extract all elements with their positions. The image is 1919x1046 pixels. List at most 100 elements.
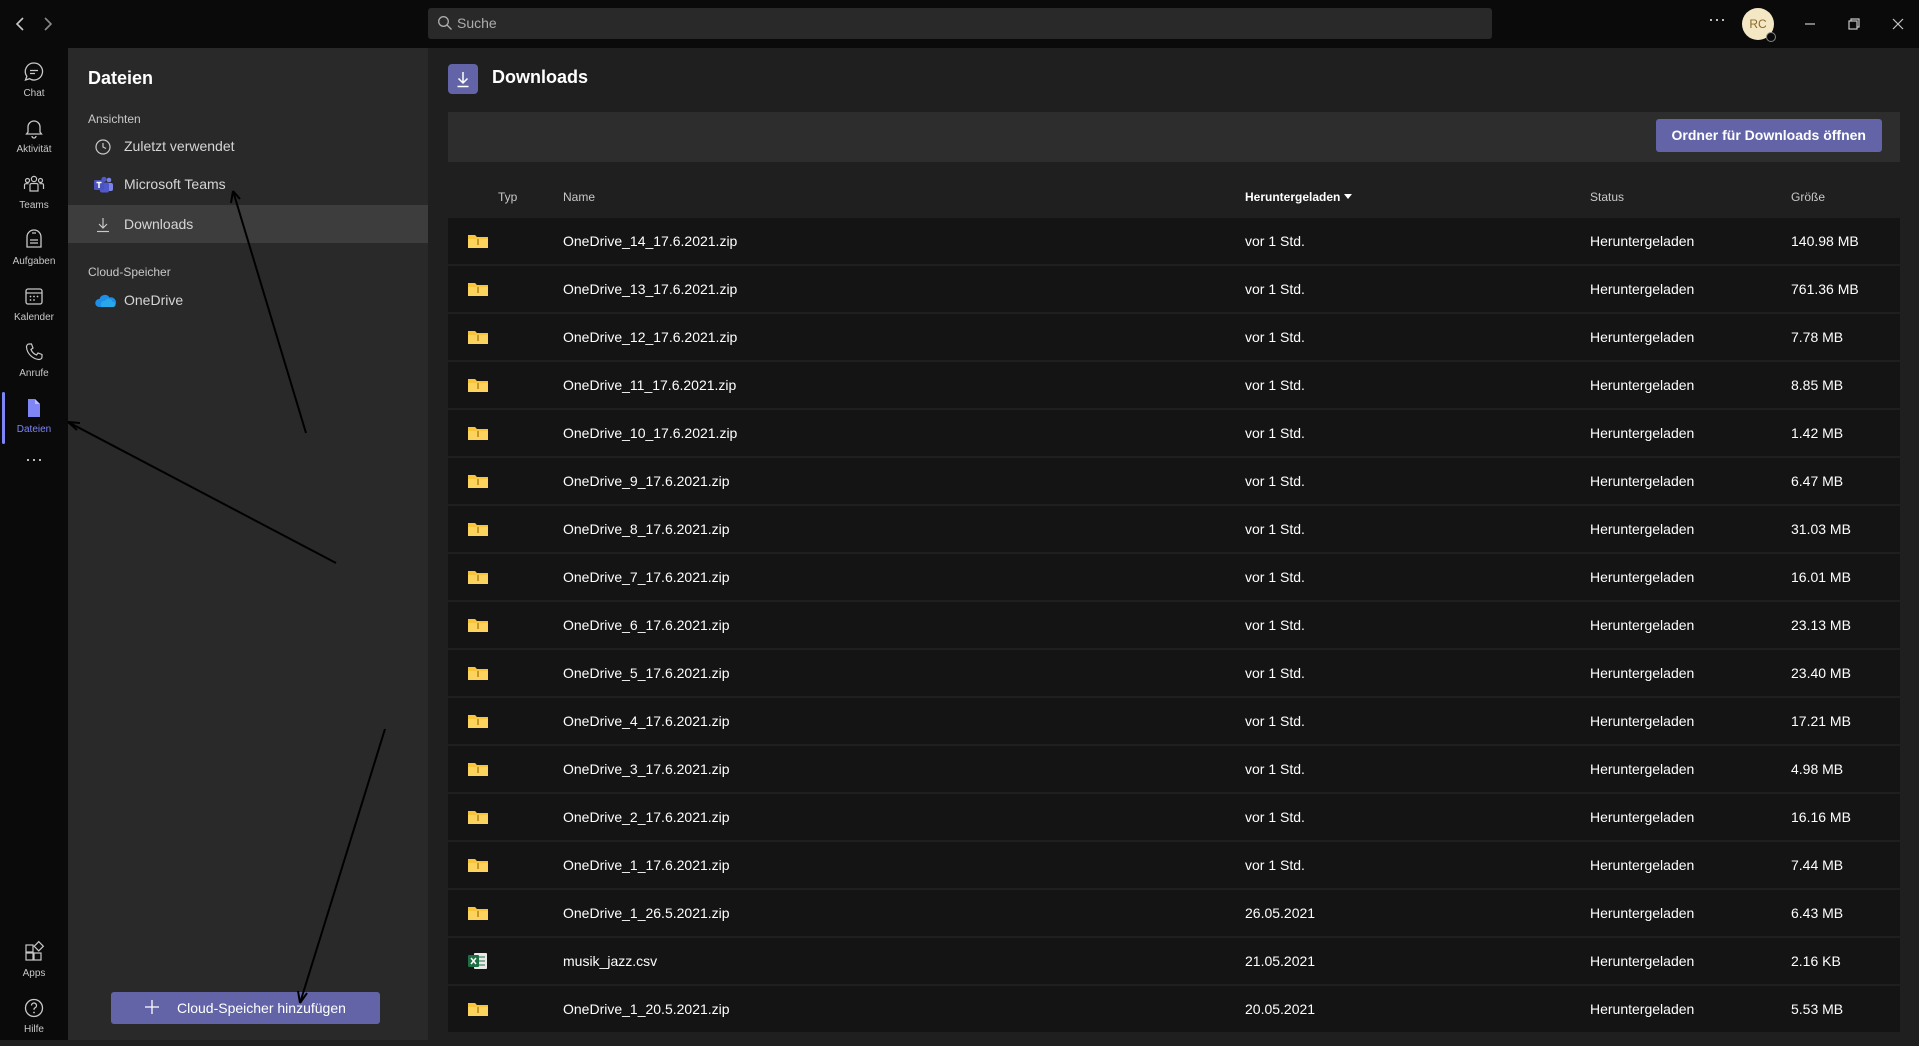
file-name[interactable]: OneDrive_6_17.6.2021.zip [563,617,730,633]
appbar-item-calls[interactable]: Anrufe [0,334,68,390]
zip-folder-icon [468,472,488,490]
file-name[interactable]: OneDrive_5_17.6.2021.zip [563,665,730,681]
zip-folder-icon [468,520,488,538]
minimize-icon[interactable] [1798,12,1822,36]
table-row[interactable]: OneDrive_10_17.6.2021.zip vor 1 Std. Herun… [448,410,1900,456]
downloaded-time: vor 1 Std. [1245,761,1305,777]
downloaded-time: vor 1 Std. [1245,569,1305,585]
appbar-label: Chat [23,88,45,99]
download-status: Heruntergeladen [1590,809,1695,825]
zip-folder-icon [468,376,488,394]
column-header-size[interactable]: Größe [1791,190,1825,204]
table-row[interactable]: OneDrive_12_17.6.2021.zip vor 1 Std. Herun… [448,314,1900,360]
column-header-downloaded[interactable]: Heruntergeladen [1245,190,1353,204]
download-status: Heruntergeladen [1590,761,1695,777]
file-name[interactable]: OneDrive_11_17.6.2021.zip [563,377,736,393]
file-size: 7.78 MB [1791,329,1844,345]
table-row[interactable]: OneDrive_6_17.6.2021.zip vor 1 Std. Herunt… [448,602,1900,648]
file-name[interactable]: OneDrive_7_17.6.2021.zip [563,569,730,585]
zip-folder-icon [468,1000,488,1018]
appbar-item-help[interactable]: Hilfe [0,990,68,1046]
table-row[interactable]: OneDrive_11_17.6.2021.zip vor 1 Std. Herun… [448,362,1900,408]
add-cloud-storage-label: Cloud-Speicher hinzufügen [177,1000,346,1016]
table-header: Typ Name Heruntergeladen Status Größe [448,178,1900,218]
zip-folder-icon [468,712,488,730]
table-row[interactable]: OneDrive_5_17.6.2021.zip vor 1 Std. Herunt… [448,650,1900,696]
back-arrow-icon[interactable] [8,12,32,36]
file-name[interactable]: OneDrive_1_26.5.2021.zip [563,905,730,921]
file-size: 17.21 MB [1791,713,1851,729]
table-row[interactable]: OneDrive_3_17.6.2021.zip vor 1 Std. Herunt… [448,746,1900,792]
table-row[interactable]: OneDrive_1_26.5.2021.zip 26.05.2021 Herunt… [448,890,1900,936]
close-icon[interactable] [1886,12,1910,36]
table-row[interactable]: OneDrive_4_17.6.2021.zip vor 1 Std. Herunt… [448,698,1900,744]
appbar-item-files[interactable]: Dateien [0,390,68,446]
file-name[interactable]: musik_jazz.csv [563,953,657,969]
appbar-label: Teams [19,200,49,211]
phone-icon [22,340,46,364]
file-name[interactable]: OneDrive_9_17.6.2021.zip [563,473,730,489]
file-name[interactable]: OneDrive_4_17.6.2021.zip [563,713,730,729]
open-downloads-folder-button[interactable]: Ordner für Downloads öffnen [1655,119,1882,152]
appbar-label: Apps [22,968,46,979]
table-row[interactable]: OneDrive_7_17.6.2021.zip vor 1 Std. Herunt… [448,554,1900,600]
restore-icon[interactable] [1842,12,1866,36]
appbar-item-chat[interactable]: Chat [0,54,68,110]
download-status: Heruntergeladen [1590,905,1695,921]
table-row[interactable]: OneDrive_8_17.6.2021.zip vor 1 Std. Herunt… [448,506,1900,552]
file-name[interactable]: OneDrive_2_17.6.2021.zip [563,809,730,825]
file-name[interactable]: OneDrive_10_17.6.2021.zip [563,425,737,441]
calendar-icon [22,284,46,308]
search-input[interactable]: Suche [428,8,1492,39]
file-size: 2.16 KB [1791,953,1841,969]
forward-arrow-icon[interactable] [36,12,60,36]
column-header-name[interactable]: Name [563,190,595,204]
appbar-item-apps[interactable]: Apps [0,934,68,990]
nav-item-recent[interactable]: Zuletzt verwendet [68,127,428,165]
download-status: Heruntergeladen [1590,1001,1695,1017]
file-name[interactable]: OneDrive_3_17.6.2021.zip [563,761,730,777]
excel-file-icon [468,952,488,970]
file-name[interactable]: OneDrive_12_17.6.2021.zip [563,329,737,345]
file-name[interactable]: OneDrive_1_20.5.2021.zip [563,1001,730,1017]
appbar-label: Aufgaben [12,256,56,267]
avatar[interactable]: RC [1742,8,1776,42]
nav-item-microsoft-teams[interactable]: Microsoft Teams [68,165,428,203]
table-row[interactable]: OneDrive_1_20.5.2021.zip 20.05.2021 Herunt… [448,986,1900,1032]
table-row[interactable]: musik_jazz.csv 21.05.2021 Heruntergeladen 2… [448,938,1900,984]
file-name[interactable]: OneDrive_13_17.6.2021.zip [563,281,737,297]
appbar-more-apps[interactable]: ⋯ [0,450,68,480]
appbar-label: Aktivität [16,144,52,155]
download-status: Heruntergeladen [1590,569,1695,585]
file-size: 23.40 MB [1791,665,1851,681]
downloads-view: Downloads Ordner für Downloads öffnen Ty… [428,48,1919,1040]
nav-item-onedrive[interactable]: OneDrive [68,281,428,319]
downloaded-time: 20.05.2021 [1245,1001,1316,1017]
appbar-item-activity[interactable]: Aktivität [0,110,68,166]
title-bar: Suche ⋯ RC [0,0,1919,48]
file-size: 140.98 MB [1791,233,1859,249]
table-row[interactable]: OneDrive_13_17.6.2021.zip vor 1 Std. Herun… [448,266,1900,312]
appbar-item-tasks[interactable]: Aufgaben [0,222,68,278]
column-header-type[interactable]: Typ [498,190,517,204]
file-name[interactable]: OneDrive_8_17.6.2021.zip [563,521,730,537]
appbar-label: Anrufe [19,368,49,379]
column-header-status[interactable]: Status [1590,190,1624,204]
cloud-section-header: Cloud-Speicher [88,265,171,279]
file-table-body: OneDrive_14_17.6.2021.zipvor 1 Std. Herun… [448,218,1900,1034]
zip-folder-icon [468,616,488,634]
active-indicator [2,392,5,444]
file-name[interactable]: OneDrive_1_17.6.2021.zip [563,857,730,873]
table-row[interactable]: OneDrive_14_17.6.2021.zip vor 1 Std. Herun… [448,218,1900,264]
table-row[interactable]: OneDrive_9_17.6.2021.zip vor 1 Std. Herunt… [448,458,1900,504]
file-name[interactable]: OneDrive_14_17.6.2021.zip [563,233,737,249]
nav-item-downloads[interactable]: Downloads [68,205,428,243]
zip-folder-icon [468,664,488,682]
add-cloud-storage-button[interactable]: Cloud-Speicher hinzufügen [111,992,380,1024]
appbar-item-teams[interactable]: Teams [0,166,68,222]
appbar-item-calendar[interactable]: Kalender [0,278,68,334]
table-row[interactable]: OneDrive_2_17.6.2021.zip vor 1 Std. Herunt… [448,794,1900,840]
onedrive-icon [94,292,116,310]
more-options-icon[interactable]: ⋯ [1708,10,1727,31]
table-row[interactable]: OneDrive_1_17.6.2021.zip vor 1 Std. Herunt… [448,842,1900,888]
